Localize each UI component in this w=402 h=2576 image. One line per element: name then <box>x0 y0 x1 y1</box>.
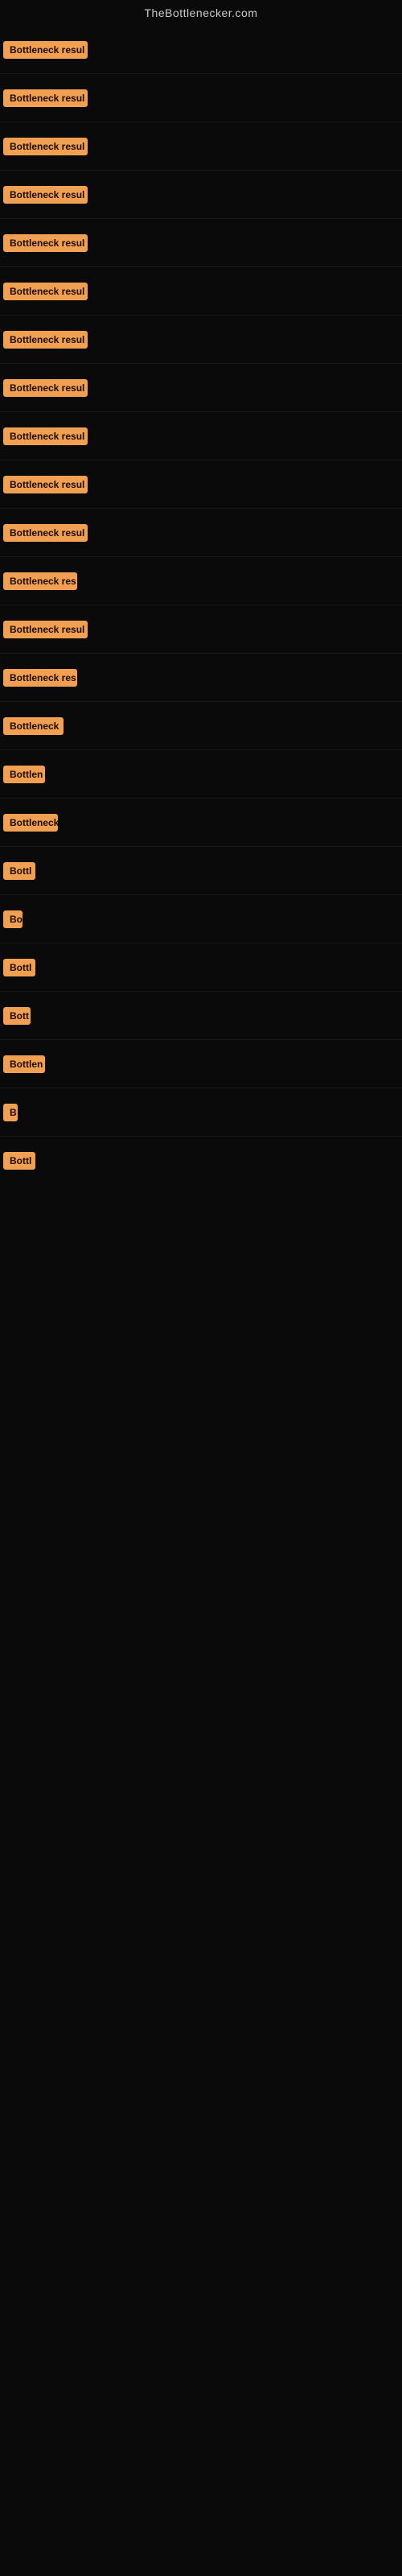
bottleneck-badge[interactable]: Bottl <box>3 1152 35 1170</box>
list-item: Bottlen <box>0 750 402 799</box>
bottleneck-badge[interactable]: Bottleneck resul <box>3 427 88 445</box>
site-title: TheBottlenecker.com <box>0 0 402 26</box>
list-item: Bottl <box>0 847 402 895</box>
list-item: Bottleneck resul <box>0 509 402 557</box>
list-item: Bottleneck resul <box>0 26 402 74</box>
list-item: Bottlen <box>0 1040 402 1088</box>
bottleneck-badge[interactable]: Bottleneck res <box>3 669 77 687</box>
bottleneck-badge[interactable]: Bottlen <box>3 1055 45 1073</box>
list-item: Bottleneck resul <box>0 171 402 219</box>
list-item: B <box>0 1088 402 1137</box>
bottleneck-badge[interactable]: Bottleneck resul <box>3 621 88 638</box>
bottleneck-badge[interactable]: B <box>3 1104 18 1121</box>
list-item: Bottleneck <box>0 799 402 847</box>
bottleneck-badge[interactable]: Bottleneck <box>3 814 58 832</box>
bottleneck-badge[interactable]: Bottleneck resul <box>3 331 88 349</box>
bottleneck-badge[interactable]: Bottleneck resul <box>3 138 88 155</box>
bottleneck-badge[interactable]: Bottleneck resul <box>3 524 88 542</box>
bottleneck-badge[interactable]: Bottleneck resul <box>3 234 88 252</box>
list-item: Bottleneck res <box>0 654 402 702</box>
list-item: Bottl <box>0 1137 402 1185</box>
bottleneck-badge[interactable]: Bottl <box>3 862 35 880</box>
bottleneck-badge[interactable]: Bott <box>3 1007 31 1025</box>
list-item: Bottleneck resul <box>0 316 402 364</box>
site-header: TheBottlenecker.com <box>0 0 402 26</box>
list-item: Bottleneck <box>0 702 402 750</box>
list-item: Bottl <box>0 943 402 992</box>
list-item: Bottleneck resul <box>0 219 402 267</box>
list-item: Bottleneck resul <box>0 605 402 654</box>
list-item: Bottleneck resul <box>0 122 402 171</box>
bottleneck-badge[interactable]: Bottleneck resul <box>3 186 88 204</box>
bottleneck-badge[interactable]: Bottlen <box>3 766 45 783</box>
rows-container: Bottleneck resul Bottleneck resul Bottlene… <box>0 26 402 1185</box>
bottleneck-badge[interactable]: Bottl <box>3 959 35 976</box>
list-item: Bottleneck resul <box>0 412 402 460</box>
bottleneck-badge[interactable]: Bo <box>3 910 23 928</box>
list-item: Bott <box>0 992 402 1040</box>
list-item: Bottleneck resul <box>0 74 402 122</box>
bottleneck-badge[interactable]: Bottleneck res <box>3 572 77 590</box>
bottleneck-badge[interactable]: Bottleneck resul <box>3 379 88 397</box>
bottleneck-badge[interactable]: Bottleneck <box>3 717 64 735</box>
bottleneck-badge[interactable]: Bottleneck resul <box>3 89 88 107</box>
list-item: Bottleneck resul <box>0 364 402 412</box>
list-item: Bottleneck resul <box>0 460 402 509</box>
list-item: Bottleneck res <box>0 557 402 605</box>
bottleneck-badge[interactable]: Bottleneck resul <box>3 476 88 493</box>
list-item: Bo <box>0 895 402 943</box>
list-item: Bottleneck resul <box>0 267 402 316</box>
bottleneck-badge[interactable]: Bottleneck resul <box>3 41 88 59</box>
bottleneck-badge[interactable]: Bottleneck resul <box>3 283 88 300</box>
